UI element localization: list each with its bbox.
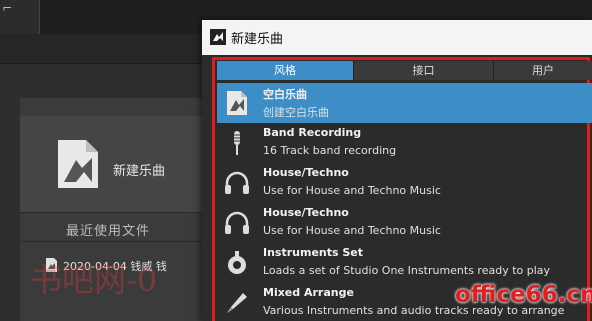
template-tabs: 风格 接口 用户 (217, 61, 592, 80)
template-description: 创建空白乐曲 (263, 106, 329, 119)
template-description: Loads a set of Studio One Instruments re… (263, 264, 551, 277)
microphone-icon (231, 131, 243, 155)
template-description: Use for House and Techno Music (263, 184, 441, 197)
template-name: Mixed Arrange (263, 286, 354, 299)
blank-song-icon (227, 91, 247, 115)
new-song-dialog: 新建乐曲 风格 接口 用户 空白乐曲 创建空白乐曲 Band Recording… (202, 20, 592, 321)
new-song-tile[interactable]: 新建乐曲 (20, 116, 205, 212)
recent-files-title: 最近使用文件 (66, 224, 151, 239)
template-item-instruments-set[interactable]: Instruments Set Loads a set of Studio On… (217, 243, 592, 283)
tab-style[interactable]: 风格 (217, 61, 353, 80)
dialog-app-icon (210, 29, 226, 45)
tab-user[interactable]: 用户 (493, 61, 592, 80)
template-name: House/Techno (263, 166, 349, 179)
template-item-house-techno[interactable]: House/Techno Use for House and Techno Mu… (217, 163, 592, 203)
template-description: Use for House and Techno Music (263, 224, 441, 237)
pen-icon (227, 293, 247, 313)
template-item-house-techno-2[interactable]: House/Techno Use for House and Techno Mu… (217, 203, 592, 243)
new-document-icon (58, 140, 98, 188)
watermark-left: 书吧网-0 (30, 261, 158, 299)
dialog-title: 新建乐曲 (231, 32, 284, 47)
template-description: 16 Track band recording (263, 144, 397, 157)
template-item-band-recording[interactable]: Band Recording 16 Track band recording (217, 123, 592, 163)
headphones-icon (225, 211, 249, 234)
template-name: 空白乐曲 (263, 88, 307, 101)
background-tool-button[interactable]: ⌐ (0, 0, 40, 34)
template-name: Band Recording (263, 126, 362, 139)
template-name: Instruments Set (263, 246, 364, 259)
template-name: House/Techno (263, 206, 349, 219)
headphones-icon (225, 171, 249, 194)
template-item-blank-song[interactable]: 空白乐曲 创建空白乐曲 (217, 83, 592, 123)
cursor-icon: ⌐ (2, 1, 13, 15)
recent-files-header: 最近使用文件 (20, 212, 205, 242)
dialog-titlebar[interactable]: 新建乐曲 (202, 20, 592, 55)
new-song-label: 新建乐曲 (113, 164, 166, 179)
watermark-right: office66.cn (455, 282, 592, 308)
instruments-icon (228, 251, 246, 274)
tab-interface[interactable]: 接口 (353, 61, 493, 80)
